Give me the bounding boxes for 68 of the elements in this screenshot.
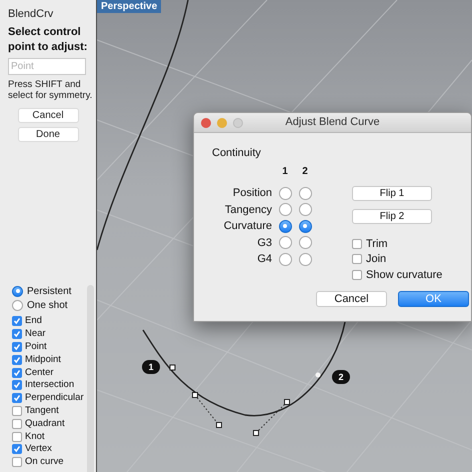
radio-label: One shot (27, 298, 68, 312)
checkbox-label: Point (25, 340, 47, 353)
radio-button[interactable] (278, 203, 292, 216)
row-label: Tangency (224, 202, 273, 218)
minimize-icon[interactable] (217, 118, 227, 128)
radio-button[interactable] (278, 220, 292, 233)
radio-button[interactable] (12, 286, 23, 296)
section-label: Continuity (212, 147, 262, 160)
column-header: 1 (281, 165, 289, 179)
checkbox-label: Tangent (25, 404, 59, 417)
checkbox[interactable] (12, 316, 22, 326)
panel-button[interactable]: Done (18, 127, 78, 142)
checkbox-label: Quadrant (25, 418, 65, 430)
hint-text: Press SHIFT and select for symmetry. (8, 79, 94, 101)
row-label: G3 (256, 236, 273, 250)
radio-button[interactable] (298, 220, 312, 233)
checkbox[interactable] (12, 342, 22, 352)
checkbox-label: Intersection (25, 379, 74, 392)
dialog-title: Adjust Blend Curve (285, 115, 380, 130)
checkbox[interactable] (12, 406, 22, 416)
prompt-text: Select control point to adjust: (8, 25, 88, 55)
checkbox-label: Vertex (25, 443, 52, 456)
radio-button[interactable] (278, 186, 292, 200)
checkbox-label: Near (25, 328, 46, 340)
radio-button[interactable] (298, 186, 312, 200)
curve[interactable] (97, 0, 189, 250)
radio-button[interactable] (278, 236, 292, 250)
checkbox[interactable] (352, 254, 362, 264)
checkbox-label: On curve (25, 456, 64, 468)
checkbox[interactable] (12, 368, 22, 378)
checkbox-label: Show curvature (366, 268, 442, 282)
checkbox[interactable] (12, 380, 22, 390)
flip-button[interactable]: Flip 2 (352, 209, 432, 224)
blend-curve-drawing[interactable] (142, 322, 346, 436)
row-label: G4 (256, 252, 273, 267)
checkbox[interactable] (12, 457, 22, 468)
checkbox[interactable] (12, 432, 22, 442)
checkbox-label: Center (25, 366, 54, 379)
panel-title: BlendCrv (8, 7, 54, 21)
checkbox[interactable] (12, 393, 22, 404)
close-icon[interactable] (201, 118, 211, 128)
checkbox[interactable] (12, 444, 22, 454)
radio-button[interactable] (298, 203, 312, 216)
checkbox[interactable] (12, 354, 22, 365)
checkbox[interactable] (12, 329, 22, 340)
checkbox-label: Join (366, 252, 386, 267)
checkbox[interactable] (352, 238, 362, 249)
flip-button[interactable]: Flip 1 (352, 186, 432, 201)
checkbox-label: End (25, 315, 42, 328)
cancel-button[interactable]: Cancel (316, 291, 387, 307)
row-label: Position (232, 186, 273, 201)
column-header: 2 (301, 165, 309, 179)
radio-button[interactable] (298, 252, 312, 266)
checkbox-label: Knot (25, 430, 45, 443)
viewport-tab[interactable]: Perspective (97, 0, 162, 13)
checkbox-label: Trim (366, 236, 388, 252)
checkbox[interactable] (12, 418, 22, 429)
radio-button[interactable] (12, 300, 23, 310)
zoom-icon[interactable] (233, 118, 243, 128)
point-field[interactable]: Point (8, 58, 86, 75)
radio-label: Persistent (27, 284, 72, 298)
checkbox-label: Midpoint (25, 354, 61, 366)
panel-button[interactable]: Cancel (18, 108, 78, 123)
row-label: Curvature (222, 219, 273, 234)
checkbox[interactable] (352, 270, 362, 280)
radio-button[interactable] (298, 236, 312, 250)
checkbox-label: Perpendicular (25, 392, 84, 404)
radio-button[interactable] (278, 252, 292, 266)
